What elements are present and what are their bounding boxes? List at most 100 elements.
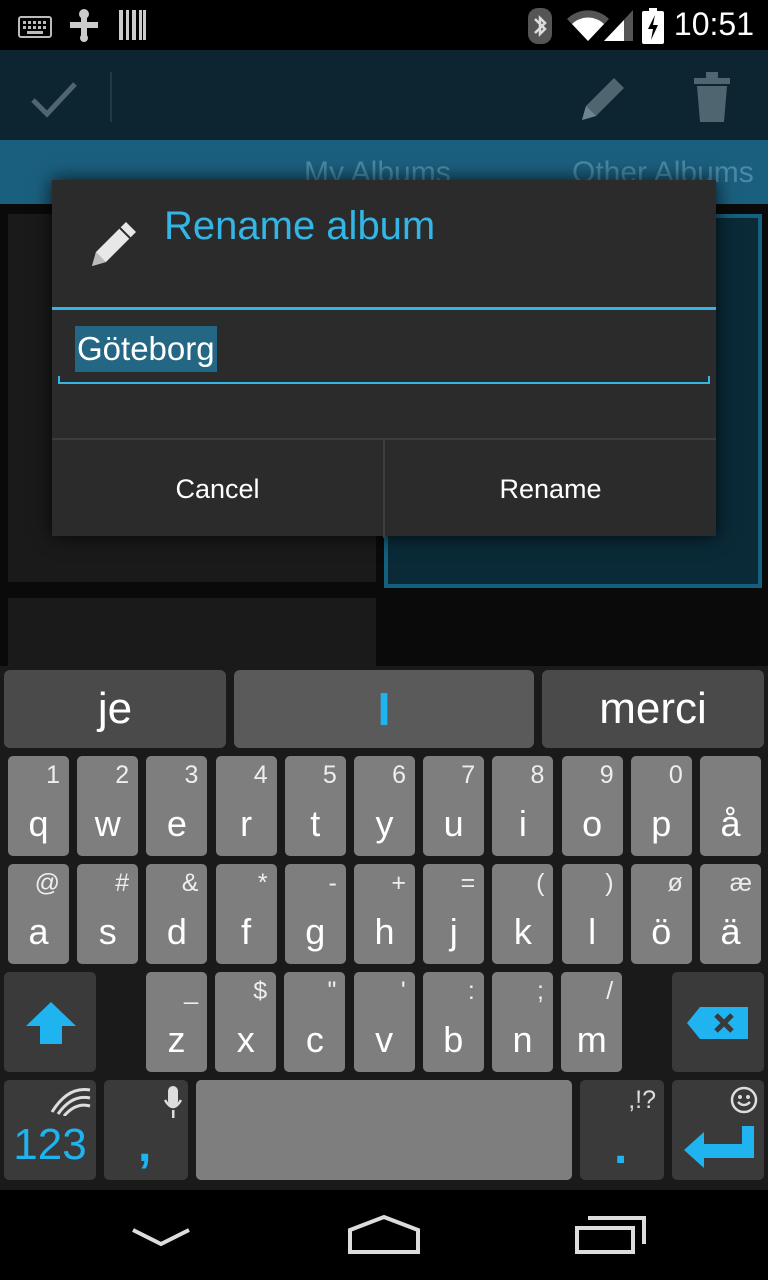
key-s[interactable]: # s (77, 864, 139, 964)
enter-arrow-icon (684, 1126, 754, 1168)
key-label: l (588, 911, 597, 952)
key-label: ö (651, 911, 672, 952)
comma-key-label: , (138, 1119, 152, 1172)
key-z[interactable]: _ z (146, 972, 207, 1072)
key-n[interactable]: ; n (492, 972, 553, 1072)
key-label: b (443, 1019, 464, 1060)
key-label: z (167, 1019, 186, 1060)
recents-icon[interactable] (574, 1216, 646, 1256)
space-key[interactable] (196, 1080, 572, 1180)
key-e[interactable]: 3e (146, 756, 208, 856)
suggestion-right[interactable]: merci (542, 670, 764, 748)
rename-button[interactable]: Rename (385, 440, 716, 538)
key-ä[interactable]: æä (700, 864, 761, 964)
checkmark-icon[interactable] (30, 80, 78, 118)
key-y[interactable]: 6y (354, 756, 415, 856)
key-j[interactable]: = j (423, 864, 485, 964)
key-label: w (94, 803, 121, 844)
album-tile[interactable] (8, 598, 376, 666)
key-ö[interactable]: øö (630, 864, 692, 964)
key-a[interactable]: @ a (8, 864, 69, 964)
key-label: f (241, 911, 252, 952)
album-name-value[interactable]: Göteborg (75, 326, 217, 372)
input-underline-left-tick (58, 376, 60, 384)
key-c[interactable]: " c (284, 972, 346, 1072)
key-b[interactable]: :b (422, 972, 484, 1072)
key-label: p (651, 803, 672, 844)
key-secondary-label: ) (605, 869, 614, 897)
key-t[interactable]: 5t (284, 756, 346, 856)
input-underline (58, 382, 710, 384)
comma-key[interactable]: , (104, 1080, 188, 1180)
input-underline-right-tick (708, 376, 710, 384)
key-secondary-label: 8 (530, 761, 545, 789)
suggestion-center[interactable]: I (234, 670, 534, 748)
soft-keyboard: je I merci 1q2w3e4r5t6y7u8i9o0på @ a # s & d *… (0, 666, 768, 1190)
trash-icon[interactable] (692, 72, 732, 124)
action-bar-divider (110, 72, 112, 122)
key-secondary-label: : (467, 977, 475, 1005)
bluetooth-icon (528, 8, 552, 44)
key-label: e (166, 803, 187, 844)
key-f[interactable]: * f (215, 864, 277, 964)
shift-key[interactable] (4, 972, 96, 1072)
suggestion-left[interactable]: je (4, 670, 226, 748)
enter-key[interactable] (672, 1080, 764, 1180)
key-k[interactable]: (k (492, 864, 554, 964)
key-label: s (98, 911, 117, 952)
key-secondary-label: 2 (115, 761, 130, 789)
key-i[interactable]: 8i (492, 756, 554, 856)
dialog-title: Rename album (164, 204, 436, 248)
signal-icon (604, 10, 633, 41)
key-label: m (576, 1019, 607, 1060)
pencil-icon[interactable] (574, 72, 630, 128)
key-label: t (310, 803, 321, 844)
symbols-key[interactable]: 123 (4, 1080, 96, 1180)
key-g[interactable]: -g (284, 864, 346, 964)
album-name-input[interactable]: Göteborg (58, 320, 710, 384)
key-label: q (28, 803, 49, 844)
status-bar: 10:51 (0, 0, 768, 50)
key-p[interactable]: 0p (630, 756, 692, 856)
key-x[interactable]: $ x (215, 972, 277, 1072)
key-secondary-label: * (257, 869, 268, 897)
microphone-icon (163, 1086, 183, 1118)
key-m[interactable]: / m (561, 972, 623, 1072)
key-w[interactable]: 2w (77, 756, 139, 856)
symbols-key-label: 123 (13, 1120, 87, 1169)
keyboard-icon (18, 16, 52, 38)
rename-album-dialog: Rename album Göteborg Cancel Rename (52, 180, 716, 538)
key-secondary-label: = (460, 869, 476, 897)
key-secondary-label: + (391, 869, 406, 897)
key-secondary-label: 0 (668, 761, 683, 789)
key-d[interactable]: & d (146, 864, 208, 964)
key-u[interactable]: 7u (423, 756, 485, 856)
shift-arrow-icon (26, 1002, 76, 1044)
key-r[interactable]: 4r (215, 756, 277, 856)
key-label: a (28, 911, 49, 952)
key-label: j (449, 911, 458, 952)
key-label: å (720, 803, 741, 844)
cancel-button[interactable]: Cancel (52, 440, 385, 538)
home-icon[interactable] (346, 1214, 422, 1256)
key-label: c (305, 1019, 324, 1060)
key-l[interactable]: ) l (561, 864, 623, 964)
key-secondary-label: ( (536, 869, 545, 897)
key-h[interactable]: + h (354, 864, 415, 964)
emoji-icon (730, 1086, 758, 1114)
key-secondary-label: & (181, 869, 199, 897)
battery-charging-icon (642, 8, 664, 44)
key-secondary-label: @ (34, 869, 60, 897)
key-å[interactable]: å (700, 756, 761, 856)
period-key[interactable]: ,!? . (580, 1080, 664, 1180)
navigation-bar (0, 1190, 768, 1280)
back-icon[interactable] (130, 1226, 192, 1248)
key-label: v (375, 1019, 394, 1060)
period-key-label: . (614, 1121, 628, 1174)
key-o[interactable]: 9o (561, 756, 623, 856)
key-q[interactable]: 1q (8, 756, 69, 856)
backspace-key[interactable] (672, 972, 764, 1072)
key-label: g (305, 911, 326, 952)
key-secondary-label: # (115, 869, 130, 897)
key-v[interactable]: ' v (353, 972, 415, 1072)
